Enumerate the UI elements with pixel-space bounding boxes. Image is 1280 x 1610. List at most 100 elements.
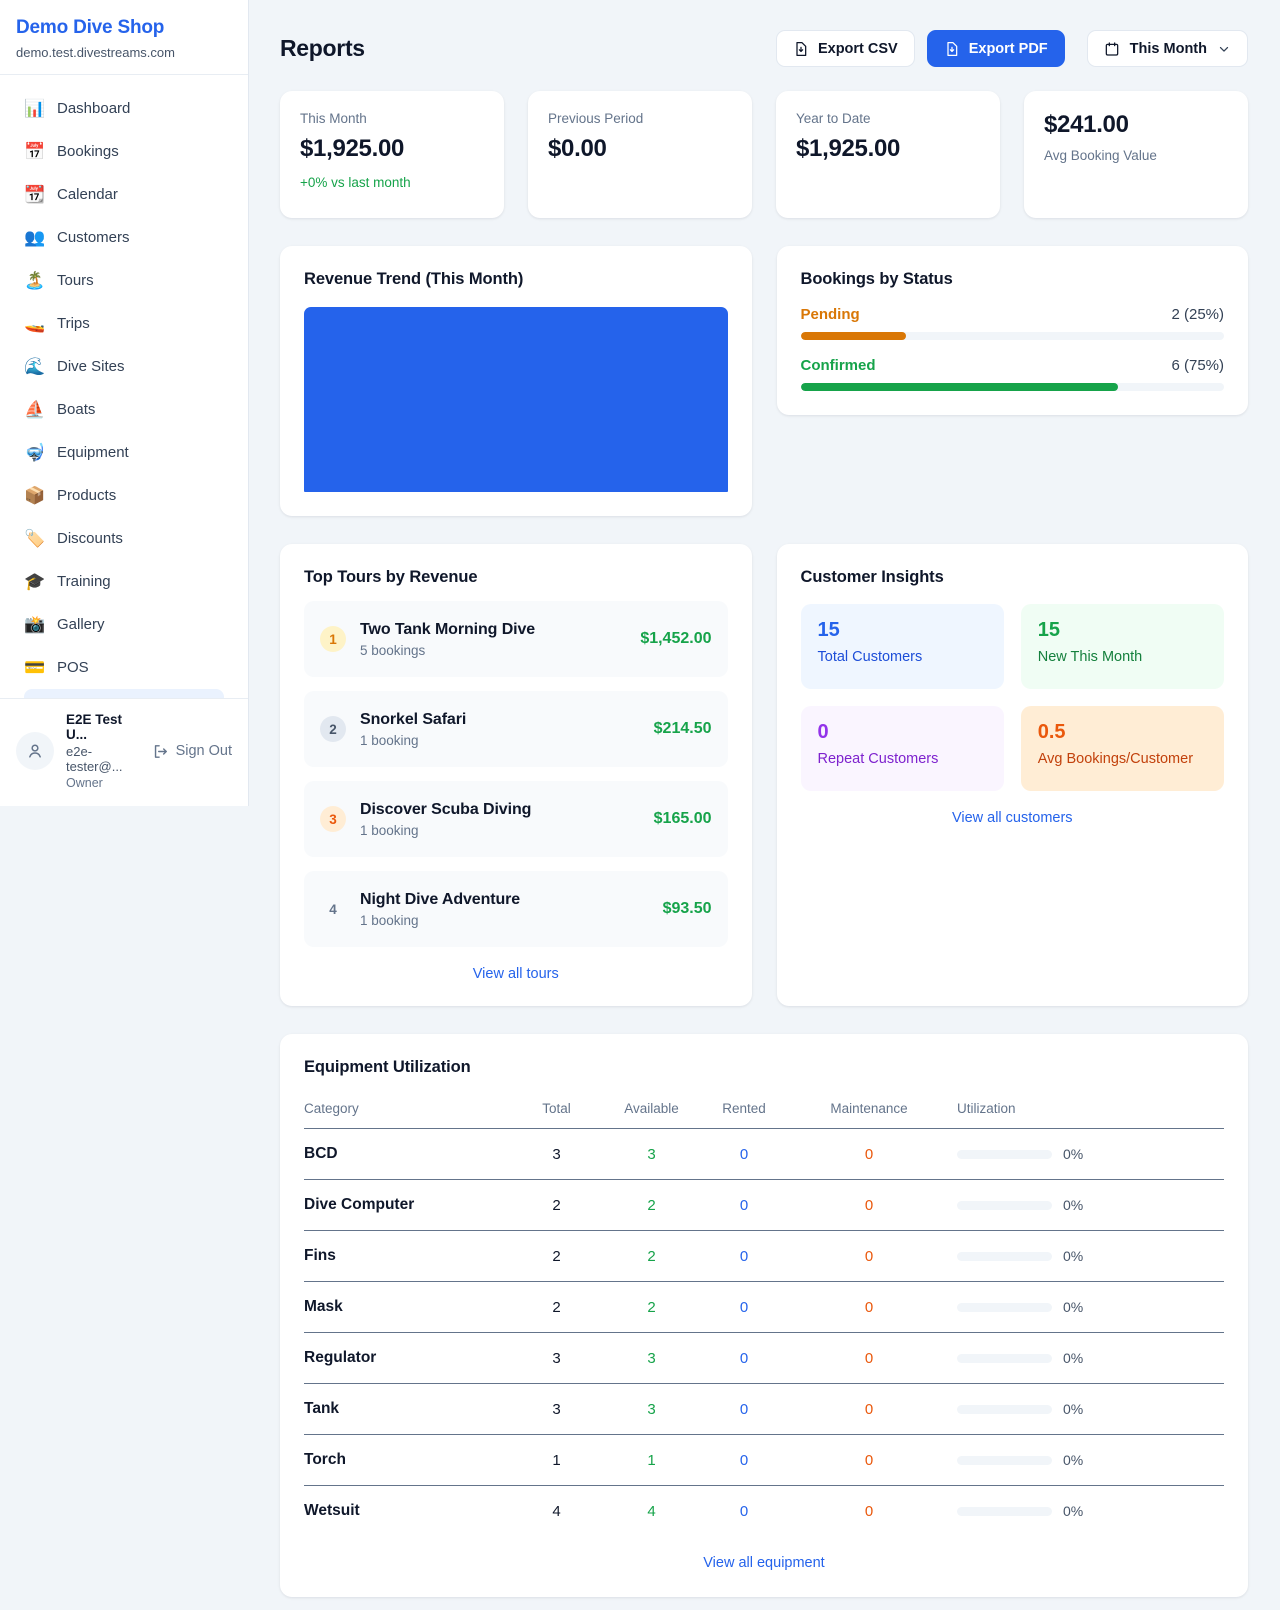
view-all-equipment-link[interactable]: View all equipment xyxy=(304,1555,1224,1571)
equipment-utilization-card: Equipment Utilization Category Total Ava… xyxy=(280,1034,1248,1597)
calendar-icon xyxy=(1104,41,1120,57)
sidebar-item-tours[interactable]: 🏝️ Tours xyxy=(12,259,236,302)
sidebar-item-reports-clipped[interactable] xyxy=(24,689,224,698)
progress-fill xyxy=(801,332,907,340)
export-pdf-button[interactable]: Export PDF xyxy=(927,30,1065,67)
stat-card-avg-booking-value: $241.00 Avg Booking Value xyxy=(1024,91,1248,218)
revenue-trend-card: Revenue Trend (This Month) xyxy=(280,246,752,516)
stats-row: This Month $1,925.00 +0% vs last month P… xyxy=(280,91,1248,218)
view-all-customers-link[interactable]: View all customers xyxy=(801,810,1225,826)
utilization-bar xyxy=(957,1150,1052,1159)
table-row: Tank 3 3 0 0 0% xyxy=(304,1384,1224,1435)
status-label: Pending xyxy=(801,306,860,323)
file-download-icon xyxy=(944,41,960,57)
sidebar-item-discounts[interactable]: 🏷️ Discounts xyxy=(12,517,236,560)
tour-revenue: $214.50 xyxy=(654,720,712,738)
table-header-row: Category Total Available Rented Maintena… xyxy=(304,1093,1224,1129)
stat-card-year-to-date: Year to Date $1,925.00 xyxy=(776,91,1000,218)
sidebar-item-label: Calendar xyxy=(57,186,118,203)
sidebar-item-pos[interactable]: 💳 POS xyxy=(12,646,236,689)
table-row: Wetsuit 4 4 0 0 0% xyxy=(304,1486,1224,1536)
status-row-confirmed: Confirmed 6 (75%) xyxy=(801,357,1225,391)
sidebar-item-label: POS xyxy=(57,659,89,676)
rank-badge: 1 xyxy=(320,626,346,652)
utilization-bar xyxy=(957,1252,1052,1261)
pos-icon: 💳 xyxy=(24,658,44,678)
sidebar-item-dashboard[interactable]: 📊 Dashboard xyxy=(12,87,236,130)
bookings-icon: 📅 xyxy=(24,142,44,162)
col-maintenance: Maintenance xyxy=(794,1101,944,1116)
period-dropdown[interactable]: This Month xyxy=(1087,30,1248,67)
sign-out-button[interactable]: Sign Out xyxy=(152,743,232,760)
tour-row[interactable]: 4 Night Dive Adventure 1 booking $93.50 xyxy=(304,871,728,947)
table-row: Regulator 3 3 0 0 0% xyxy=(304,1333,1224,1384)
sidebar-item-label: Products xyxy=(57,487,116,504)
row-revenue-status: Revenue Trend (This Month) Bookings by S… xyxy=(280,246,1248,516)
rank-badge: 3 xyxy=(320,806,346,832)
stat-delta: +0% vs last month xyxy=(300,175,484,190)
equipment-category: Mask xyxy=(304,1298,504,1316)
person-icon xyxy=(25,741,45,761)
sidebar-item-label: Tours xyxy=(57,272,94,289)
stat-card-this-month: This Month $1,925.00 +0% vs last month xyxy=(280,91,504,218)
table-row: Torch 1 1 0 0 0% xyxy=(304,1435,1224,1486)
chevron-down-icon xyxy=(1217,42,1231,56)
sidebar-item-bookings[interactable]: 📅 Bookings xyxy=(12,130,236,173)
tour-row[interactable]: 3 Discover Scuba Diving 1 booking $165.0… xyxy=(304,781,728,857)
sidebar-item-label: Discounts xyxy=(57,530,123,547)
status-count: 6 (75%) xyxy=(1171,357,1224,374)
sidebar-item-calendar[interactable]: 📆 Calendar xyxy=(12,173,236,216)
col-total: Total xyxy=(504,1101,609,1116)
sidebar: Demo Dive Shop demo.test.divestreams.com… xyxy=(0,0,249,806)
stat-value: $0.00 xyxy=(548,135,732,163)
equipment-utilization-title: Equipment Utilization xyxy=(304,1058,1224,1077)
progress-fill xyxy=(801,383,1119,391)
stat-label: This Month xyxy=(300,111,484,126)
col-available: Available xyxy=(609,1101,694,1116)
sidebar-item-label: Gallery xyxy=(57,616,105,633)
sign-out-label: Sign Out xyxy=(176,743,232,759)
products-icon: 📦 xyxy=(24,486,44,506)
sidebar-item-gallery[interactable]: 📸 Gallery xyxy=(12,603,236,646)
table-row: Fins 2 2 0 0 0% xyxy=(304,1231,1224,1282)
stat-value: $1,925.00 xyxy=(300,135,484,163)
tour-revenue: $165.00 xyxy=(654,810,712,828)
sidebar-item-trips[interactable]: 🚤 Trips xyxy=(12,302,236,345)
equipment-icon: 🤿 xyxy=(24,443,44,463)
utilization-bar xyxy=(957,1405,1052,1414)
insight-label: New This Month xyxy=(1038,649,1207,665)
sidebar-header: Demo Dive Shop demo.test.divestreams.com xyxy=(0,0,248,75)
sidebar-item-products[interactable]: 📦 Products xyxy=(12,474,236,517)
sidebar-item-customers[interactable]: 👥 Customers xyxy=(12,216,236,259)
sidebar-item-equipment[interactable]: 🤿 Equipment xyxy=(12,431,236,474)
utilization-bar xyxy=(957,1507,1052,1516)
stat-label: Previous Period xyxy=(548,111,732,126)
equipment-category: Fins xyxy=(304,1247,504,1265)
stat-value: $241.00 xyxy=(1044,111,1228,139)
dashboard-icon: 📊 xyxy=(24,99,44,119)
page-header: Reports Export CSV Export PDF xyxy=(280,30,1248,67)
sidebar-item-dive-sites[interactable]: 🌊 Dive Sites xyxy=(12,345,236,388)
view-all-tours-link[interactable]: View all tours xyxy=(304,966,728,982)
utilization-bar xyxy=(957,1456,1052,1465)
stat-value: $1,925.00 xyxy=(796,135,980,163)
sidebar-item-boats[interactable]: ⛵ Boats xyxy=(12,388,236,431)
avatar xyxy=(16,732,54,770)
insight-value: 15 xyxy=(1038,619,1207,642)
user-role: Owner xyxy=(66,776,140,790)
insight-tile-avg-bookings: 0.5 Avg Bookings/Customer xyxy=(1021,706,1224,791)
insight-value: 0 xyxy=(818,721,987,744)
export-csv-button[interactable]: Export CSV xyxy=(776,30,915,67)
export-csv-label: Export CSV xyxy=(818,41,898,57)
sidebar-item-training[interactable]: 🎓 Training xyxy=(12,560,236,603)
top-tours-card: Top Tours by Revenue 1 Two Tank Morning … xyxy=(280,544,752,1006)
row-tours-insights: Top Tours by Revenue 1 Two Tank Morning … xyxy=(280,544,1248,1006)
revenue-trend-chart-bar xyxy=(304,307,728,492)
tour-row[interactable]: 2 Snorkel Safari 1 booking $214.50 xyxy=(304,691,728,767)
insight-label: Avg Bookings/Customer xyxy=(1038,751,1207,767)
equipment-category: BCD xyxy=(304,1145,504,1163)
equipment-category: Regulator xyxy=(304,1349,504,1367)
top-tours-title: Top Tours by Revenue xyxy=(304,568,728,587)
tour-row[interactable]: 1 Two Tank Morning Dive 5 bookings $1,45… xyxy=(304,601,728,677)
sidebar-item-label: Bookings xyxy=(57,143,119,160)
